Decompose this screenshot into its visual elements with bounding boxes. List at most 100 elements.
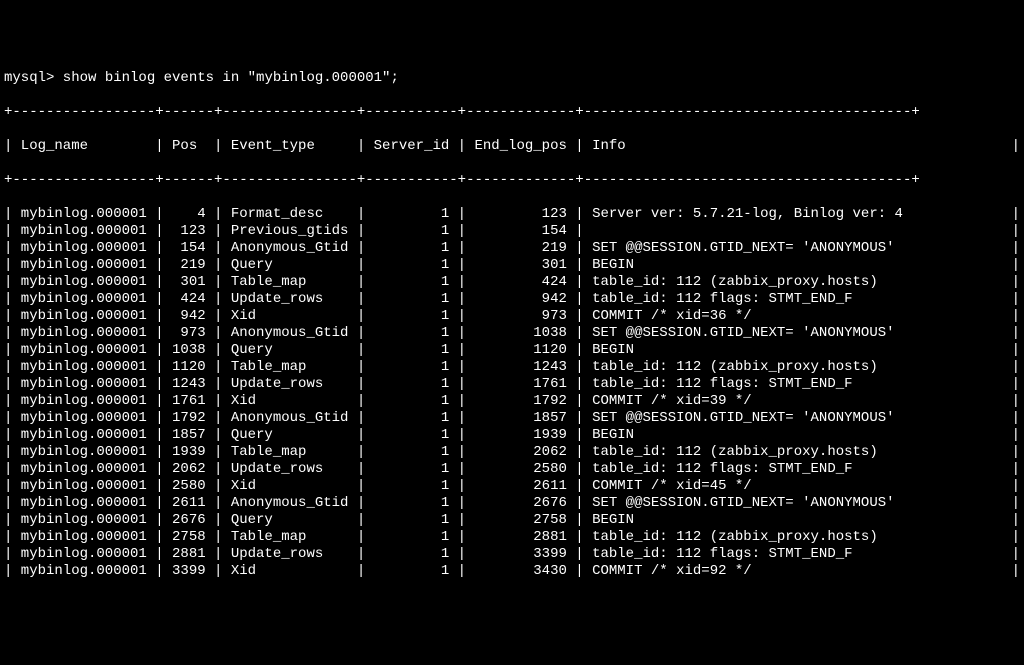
pipe: | bbox=[155, 206, 163, 223]
pipe: | bbox=[1012, 206, 1020, 223]
table-row: |mybinlog.000001|973|Anonymous_Gtid|1|10… bbox=[4, 325, 1020, 342]
pipe: | bbox=[214, 563, 222, 580]
cell-info: COMMIT /* xid=92 */ bbox=[584, 563, 1012, 580]
pipe: | bbox=[155, 325, 163, 342]
pipe: | bbox=[458, 138, 466, 155]
pipe: | bbox=[214, 274, 222, 291]
pipe: | bbox=[575, 546, 583, 563]
cell-event-type: Anonymous_Gtid bbox=[222, 240, 356, 257]
pipe: | bbox=[458, 223, 466, 240]
cell-end-log-pos: 123 bbox=[466, 206, 575, 223]
cell-end-log-pos: 973 bbox=[466, 308, 575, 325]
pipe: | bbox=[155, 444, 163, 461]
table-row: |mybinlog.000001|4|Format_desc|1|123|Ser… bbox=[4, 206, 1020, 223]
pipe: | bbox=[357, 138, 365, 155]
cell-log-name: mybinlog.000001 bbox=[12, 325, 155, 342]
pipe: | bbox=[458, 410, 466, 427]
pipe: | bbox=[1012, 274, 1020, 291]
pipe: | bbox=[1012, 257, 1020, 274]
pipe: | bbox=[458, 546, 466, 563]
pipe: | bbox=[155, 427, 163, 444]
cell-log-name: mybinlog.000001 bbox=[12, 427, 155, 444]
cell-event-type: Xid bbox=[222, 393, 356, 410]
cell-pos: 942 bbox=[164, 308, 214, 325]
cell-info: BEGIN bbox=[584, 512, 1012, 529]
cell-event-type: Anonymous_Gtid bbox=[222, 325, 356, 342]
cell-log-name: mybinlog.000001 bbox=[12, 563, 155, 580]
pipe: | bbox=[214, 291, 222, 308]
pipe: | bbox=[1012, 308, 1020, 325]
pipe: | bbox=[575, 461, 583, 478]
pipe: | bbox=[1012, 546, 1020, 563]
pipe: | bbox=[458, 274, 466, 291]
pipe: | bbox=[357, 376, 365, 393]
pipe: | bbox=[1012, 138, 1020, 155]
table-body: |mybinlog.000001|4|Format_desc|1|123|Ser… bbox=[4, 206, 1020, 580]
cell-event-type: Anonymous_Gtid bbox=[222, 410, 356, 427]
cell-info bbox=[584, 223, 1012, 240]
cell-log-name: mybinlog.000001 bbox=[12, 495, 155, 512]
pipe: | bbox=[458, 478, 466, 495]
pipe: | bbox=[214, 138, 222, 155]
cell-server-id: 1 bbox=[365, 342, 457, 359]
pipe: | bbox=[357, 206, 365, 223]
pipe: | bbox=[357, 563, 365, 580]
cell-info: SET @@SESSION.GTID_NEXT= 'ANONYMOUS' bbox=[584, 410, 1012, 427]
pipe: | bbox=[4, 512, 12, 529]
pipe: | bbox=[214, 308, 222, 325]
pipe: | bbox=[4, 206, 12, 223]
cell-end-log-pos: 2611 bbox=[466, 478, 575, 495]
pipe: | bbox=[458, 240, 466, 257]
pipe: | bbox=[357, 461, 365, 478]
pipe: | bbox=[214, 427, 222, 444]
cell-event-type: Xid bbox=[222, 563, 356, 580]
cell-event-type: Xid bbox=[222, 478, 356, 495]
cell-event-type: Table_map bbox=[222, 359, 356, 376]
pipe: | bbox=[575, 495, 583, 512]
cell-pos: 2758 bbox=[164, 529, 214, 546]
cell-event-type: Xid bbox=[222, 308, 356, 325]
pipe: | bbox=[155, 410, 163, 427]
cell-pos: 1792 bbox=[164, 410, 214, 427]
table-row: |mybinlog.000001|1038|Query|1|1120|BEGIN… bbox=[4, 342, 1020, 359]
table-row: |mybinlog.000001|3399|Xid|1|3430|COMMIT … bbox=[4, 563, 1020, 580]
pipe: | bbox=[1012, 529, 1020, 546]
cell-server-id: 1 bbox=[365, 546, 457, 563]
pipe: | bbox=[575, 444, 583, 461]
pipe: | bbox=[357, 308, 365, 325]
cell-info: table_id: 112 (zabbix_proxy.hosts) bbox=[584, 274, 1012, 291]
table-row: |mybinlog.000001|154|Anonymous_Gtid|1|21… bbox=[4, 240, 1020, 257]
table-row: |mybinlog.000001|1243|Update_rows|1|1761… bbox=[4, 376, 1020, 393]
pipe: | bbox=[1012, 376, 1020, 393]
pipe: | bbox=[4, 223, 12, 240]
pipe: | bbox=[214, 325, 222, 342]
pipe: | bbox=[155, 376, 163, 393]
cell-server-id: 1 bbox=[365, 206, 457, 223]
pipe: | bbox=[458, 342, 466, 359]
pipe: | bbox=[357, 444, 365, 461]
cell-pos: 301 bbox=[164, 274, 214, 291]
cell-server-id: 1 bbox=[365, 308, 457, 325]
pipe: | bbox=[4, 257, 12, 274]
cell-event-type: Table_map bbox=[222, 529, 356, 546]
pipe: | bbox=[458, 444, 466, 461]
pipe: | bbox=[214, 240, 222, 257]
cell-info: SET @@SESSION.GTID_NEXT= 'ANONYMOUS' bbox=[584, 240, 1012, 257]
pipe: | bbox=[214, 529, 222, 546]
table-row: |mybinlog.000001|219|Query|1|301|BEGIN| bbox=[4, 257, 1020, 274]
pipe: | bbox=[155, 240, 163, 257]
cell-event-type: Query bbox=[222, 342, 356, 359]
pipe: | bbox=[1012, 495, 1020, 512]
pipe: | bbox=[575, 223, 583, 240]
pipe: | bbox=[357, 359, 365, 376]
cell-log-name: mybinlog.000001 bbox=[12, 223, 155, 240]
pipe: | bbox=[155, 223, 163, 240]
pipe: | bbox=[155, 529, 163, 546]
table-row: |mybinlog.000001|1120|Table_map|1|1243|t… bbox=[4, 359, 1020, 376]
pipe: | bbox=[357, 529, 365, 546]
cell-pos: 973 bbox=[164, 325, 214, 342]
pipe: | bbox=[4, 308, 12, 325]
pipe: | bbox=[1012, 240, 1020, 257]
pipe: | bbox=[458, 495, 466, 512]
pipe: | bbox=[458, 359, 466, 376]
